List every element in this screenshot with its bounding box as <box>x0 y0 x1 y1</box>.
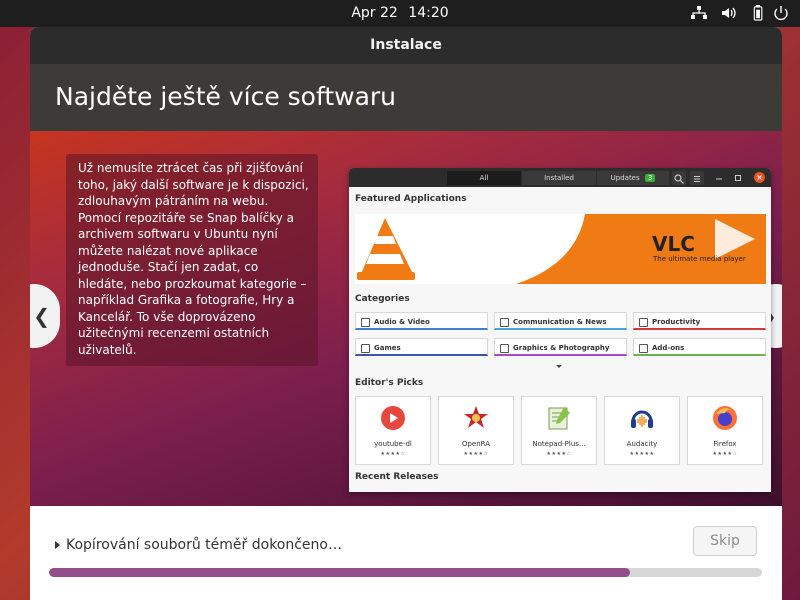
category-label: Productivity <box>652 318 701 326</box>
tab-updates: Updates 3 <box>597 171 669 185</box>
firefox-icon <box>713 406 737 430</box>
app-card-firefox: Firefox ★★★★☆ <box>687 396 763 465</box>
install-status-text: Kopírování souborů téměř dokončeno… <box>66 537 342 553</box>
maximize-icon <box>735 175 741 181</box>
slide-header: Najděte ještě více softwaru <box>30 64 782 131</box>
time-label: 14:20 <box>408 5 449 21</box>
category-icon <box>639 318 648 327</box>
skip-button[interactable]: Skip <box>693 526 757 556</box>
close-icon <box>754 172 765 183</box>
category-icon <box>361 344 370 353</box>
vlc-banner-graphic <box>357 214 766 284</box>
chevron-left-icon: ❮ <box>33 304 50 328</box>
category-add-ons: Add-ons <box>633 338 766 356</box>
app-rating: ★★★★★ <box>629 451 655 457</box>
minimize-icon <box>716 178 722 180</box>
app-name: Notepad-Plus... <box>532 440 586 448</box>
audacity-icon <box>631 410 653 428</box>
tab-updates-label: Updates <box>610 174 640 182</box>
install-progress-fill <box>49 568 631 577</box>
youtube-dl-icon <box>381 406 405 430</box>
app-rating: ★★★★☆ <box>380 451 406 457</box>
category-graphics-photography: Graphics & Photography <box>494 338 627 356</box>
category-audio-video: Audio & Video <box>355 312 488 330</box>
install-progress-bar <box>49 568 762 577</box>
openra-icon <box>464 406 488 428</box>
battery-icon[interactable] <box>752 5 766 21</box>
category-label: Communication & News <box>513 318 607 326</box>
top-bar: Apr 22 14:20 <box>0 0 800 27</box>
app-card-openra: OpenRA ★★★★☆ <box>438 396 514 465</box>
app-name: Firefox <box>713 440 737 448</box>
category-label: Graphics & Photography <box>513 344 610 352</box>
category-icon <box>500 318 509 327</box>
banner-app-name: VLC <box>652 232 695 256</box>
tab-all: All <box>447 171 521 185</box>
app-name: youtube-dl <box>374 440 412 448</box>
install-status: Kopírování souborů téměř dokončeno… <box>55 537 342 553</box>
app-rating: ★★★★☆ <box>463 451 489 457</box>
search-icon <box>672 171 686 185</box>
clock[interactable]: Apr 22 14:20 <box>0 5 800 21</box>
category-label: Games <box>374 344 401 352</box>
expand-chevron-icon <box>556 365 562 368</box>
category-label: Audio & Video <box>374 318 430 326</box>
slide-description: Už nemusíte ztrácet čas při zjišťování t… <box>66 154 318 366</box>
network-icon[interactable] <box>690 5 708 21</box>
banner-tagline: The ultimate media player <box>653 255 746 263</box>
category-productivity: Productivity <box>633 312 766 330</box>
app-rating: ★★★★☆ <box>712 451 738 457</box>
volume-icon[interactable] <box>720 5 738 21</box>
category-icon <box>361 318 370 327</box>
tab-installed: Installed <box>522 171 596 185</box>
recent-releases-title: Recent Releases <box>355 472 439 482</box>
app-name: OpenRA <box>461 440 491 448</box>
notepad-plus-icon <box>548 407 570 430</box>
power-menu-icon[interactable] <box>772 5 790 21</box>
software-center-headerbar: All Installed Updates 3 <box>349 168 771 187</box>
slideshow: Už nemusíte ztrácet čas při zjišťování t… <box>30 131 782 506</box>
installer-window: Instalace Najděte ještě více softwaru Už… <box>30 27 782 600</box>
app-card-audacity: Audacity ★★★★★ <box>604 396 680 465</box>
app-card-youtube-dl: youtube-dl ★★★★☆ <box>355 396 431 465</box>
app-card-notepad-plus: Notepad-Plus... ★★★★☆ <box>521 396 597 465</box>
featured-banner: VLC The ultimate media player <box>355 214 766 284</box>
window-title: Instalace <box>30 27 782 64</box>
featured-title: Featured Applications <box>355 194 467 204</box>
slide-heading: Najděte ještě více softwaru <box>55 82 397 111</box>
category-icon <box>500 344 509 353</box>
categories-title: Categories <box>355 294 410 304</box>
category-label: Add-ons <box>652 344 685 352</box>
updates-count-badge: 3 <box>644 174 656 182</box>
editors-picks-title: Editor's Picks <box>355 378 424 388</box>
menu-icon <box>690 171 704 185</box>
date-label: Apr 22 <box>351 5 398 21</box>
software-center-screenshot: All Installed Updates 3 Featured Applica… <box>349 168 771 492</box>
disclosure-triangle-icon[interactable] <box>55 541 60 549</box>
app-name: Audacity <box>626 440 658 448</box>
category-communication-news: Communication & News <box>494 312 627 330</box>
app-rating: ★★★★☆ <box>546 451 572 457</box>
category-games: Games <box>355 338 488 356</box>
category-icon <box>639 344 648 353</box>
previous-slide-button[interactable]: ❮ <box>30 284 60 348</box>
